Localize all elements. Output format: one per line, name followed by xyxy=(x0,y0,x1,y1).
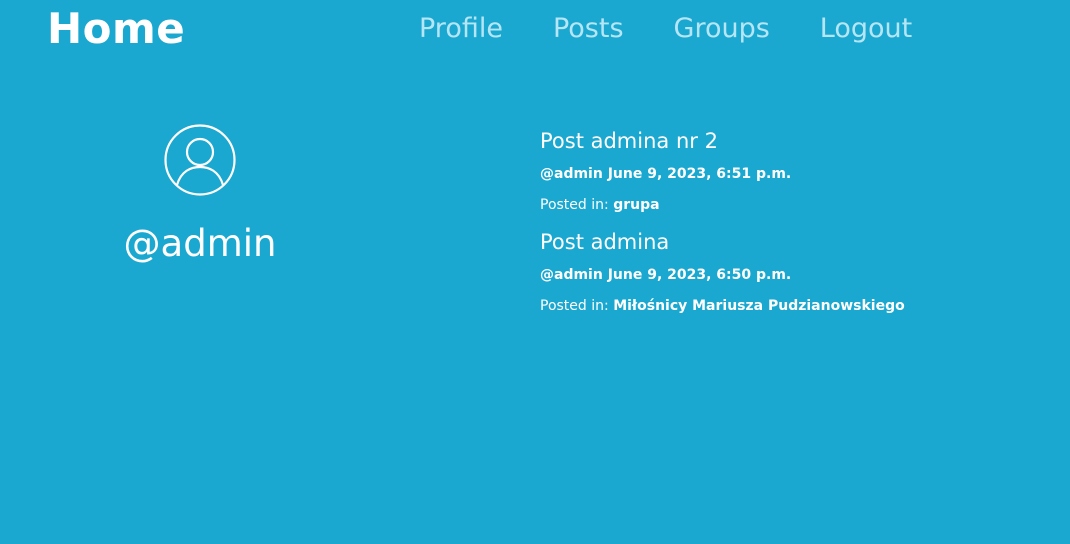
post-meta: @admin June 9, 2023, 6:51 p.m. xyxy=(540,164,1040,184)
nav-profile-link[interactable]: Profile xyxy=(419,12,503,46)
post-group-link[interactable]: Miłośnicy Mariusza Pudzianowskiego xyxy=(613,298,905,314)
page: Home Profile Posts Groups Logout @admin … xyxy=(0,0,1070,544)
post-group-link[interactable]: grupa xyxy=(613,197,659,213)
post-group-line: Posted in: grupa xyxy=(540,195,1040,215)
posted-in-label: Posted in: xyxy=(540,197,609,213)
post-author-link[interactable]: @admin xyxy=(540,166,603,182)
nav-posts-link[interactable]: Posts xyxy=(553,12,624,46)
nav-groups-link[interactable]: Groups xyxy=(674,12,770,46)
post-meta: @admin June 9, 2023, 6:50 p.m. xyxy=(540,265,1040,285)
nav-logout-link[interactable]: Logout xyxy=(820,12,912,46)
post-date: June 9, 2023, 6:51 p.m. xyxy=(607,166,792,182)
post-item: Post admina @admin June 9, 2023, 6:50 p.… xyxy=(540,227,1040,316)
main-nav: Profile Posts Groups Logout xyxy=(419,12,912,46)
profile-panel: @admin xyxy=(120,124,280,266)
post-author-link[interactable]: @admin xyxy=(540,267,603,283)
profile-username: @admin xyxy=(123,222,277,265)
user-circle-icon xyxy=(164,124,236,196)
post-date: June 9, 2023, 6:50 p.m. xyxy=(607,267,792,283)
posts-list: Post admina nr 2 @admin June 9, 2023, 6:… xyxy=(540,126,1040,328)
post-title-link[interactable]: Post admina xyxy=(540,227,1040,257)
post-title-link[interactable]: Post admina nr 2 xyxy=(540,126,1040,156)
post-group-line: Posted in: Miłośnicy Mariusza Pudzianows… xyxy=(540,296,1040,316)
home-link[interactable]: Home xyxy=(47,5,185,53)
posted-in-label: Posted in: xyxy=(540,298,609,314)
post-item: Post admina nr 2 @admin June 9, 2023, 6:… xyxy=(540,126,1040,215)
